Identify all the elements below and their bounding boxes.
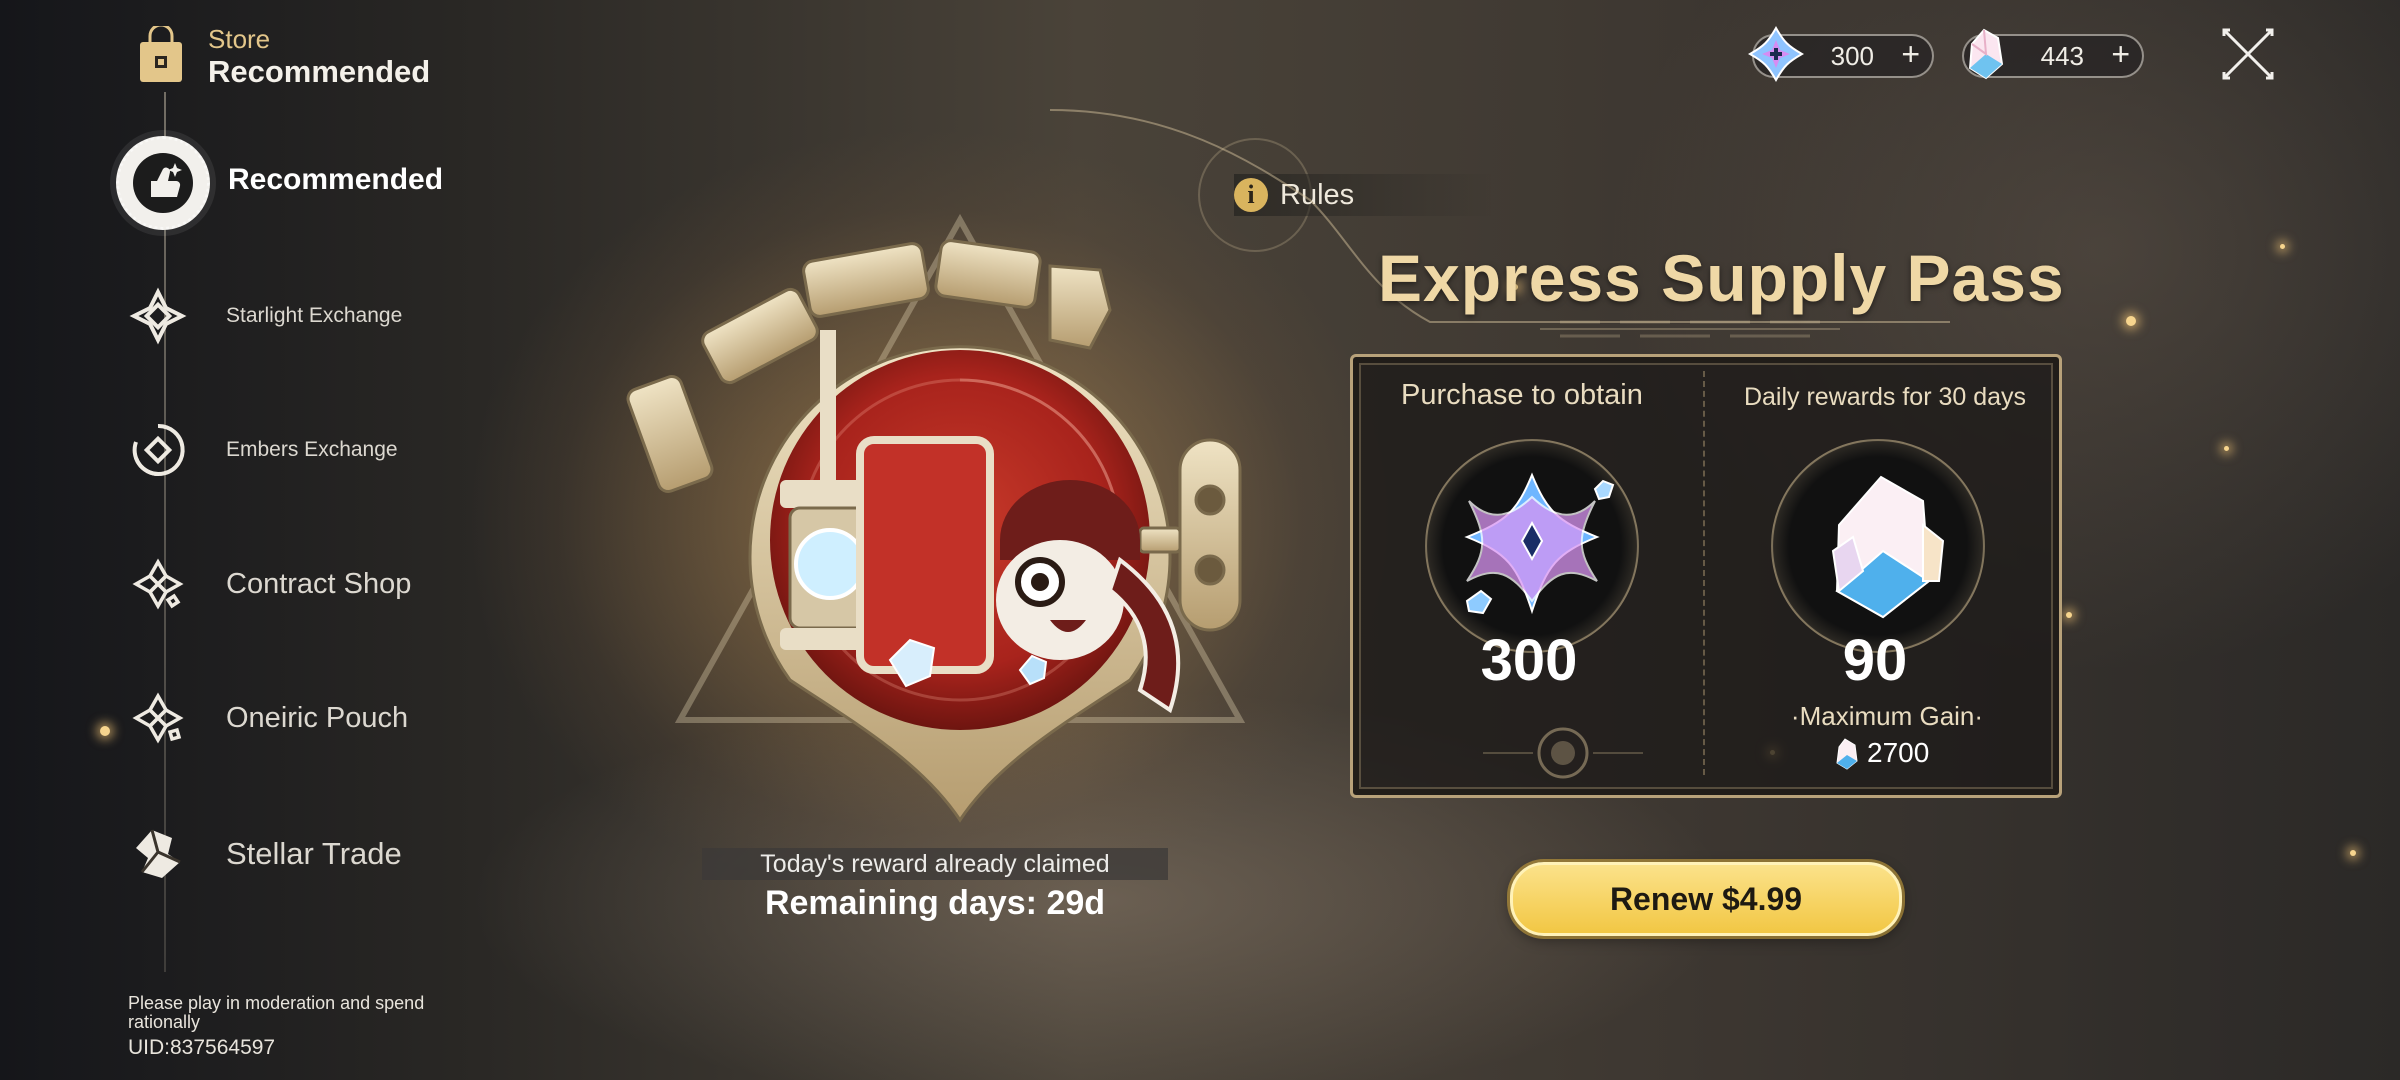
max-gain-value: 2700	[1867, 737, 1930, 768]
panel-ornament	[1483, 727, 1643, 779]
stellar-jade-icon	[1464, 472, 1615, 615]
sidebar-item-recommended[interactable]: Recommended	[112, 130, 452, 230]
currency-stellar-jade: 300 +	[1747, 25, 1934, 83]
purchase-reward-amount: 300	[1480, 628, 1578, 693]
currency-value: 300	[1830, 41, 1874, 71]
sidebar-item-oneiric-pouch[interactable]: Oneiric Pouch	[112, 668, 452, 768]
sparkle	[2280, 244, 2285, 249]
starlight-icon	[120, 278, 196, 354]
max-gain-label: ·Maximum Gain·	[1790, 701, 1984, 731]
stellar-jade-icon	[1747, 25, 1805, 83]
sidebar-item-starlight-exchange[interactable]: Starlight Exchange	[112, 266, 452, 366]
close-icon[interactable]	[2220, 26, 2276, 82]
currency-oneiric-shard: 443 +	[1962, 28, 2144, 80]
remaining-days: Remaining days: 29d	[764, 884, 1106, 922]
moderation-notice: Please play in moderation and spend rati…	[128, 993, 425, 1032]
purchase-reward-orb	[1425, 439, 1639, 653]
contract-icon	[120, 546, 196, 622]
sparkle	[2066, 612, 2072, 618]
oneiric-shard-icon	[1968, 28, 2004, 80]
oneiric-icon	[120, 680, 196, 756]
sparkle	[2224, 446, 2229, 451]
sparkle	[100, 726, 110, 736]
store-label: Store	[208, 24, 271, 54]
sidebar-item-stellar-trade[interactable]: Stellar Trade	[112, 804, 452, 904]
sidebar-item-label: Contract Shop	[226, 567, 412, 600]
stellar-icon	[120, 816, 196, 892]
sidebar-item-embers-exchange[interactable]: Embers Exchange	[112, 400, 452, 500]
sparkle	[2350, 850, 2356, 856]
sidebar-item-label: Recommended	[228, 163, 444, 196]
store-section-title: Recommended	[208, 54, 431, 89]
daily-reward-orb	[1771, 439, 1985, 653]
sidebar-item-label: Stellar Trade	[226, 836, 402, 871]
user-id: UID:837564597	[128, 1036, 276, 1059]
sparkle	[2126, 316, 2136, 326]
add-currency-button[interactable]: +	[2111, 36, 2130, 73]
embers-icon	[120, 412, 196, 488]
sidebar-item-contract-shop[interactable]: Contract Shop	[112, 534, 452, 634]
rewards-panel: Purchase to obtain 300 Daily rewards for…	[1350, 354, 2062, 798]
purchase-reward-title: Purchase to obtain	[1401, 379, 1643, 411]
sidebar-item-label: Embers Exchange	[226, 438, 398, 461]
add-currency-button[interactable]: +	[1901, 36, 1920, 73]
page-title: Express Supply Pass	[1378, 241, 2065, 315]
oneiric-shard-icon	[1836, 738, 1858, 770]
panel-divider	[1703, 371, 1705, 775]
recommended-icon	[116, 136, 210, 230]
title-ornament	[1540, 320, 1840, 338]
daily-reward-amount: 90	[1842, 628, 1908, 693]
currency-value: 443	[2040, 41, 2084, 71]
oneiric-shard-icon	[1831, 475, 1945, 619]
sidebar-item-label: Starlight Exchange	[226, 304, 403, 327]
sidebar-item-label: Oneiric Pouch	[226, 701, 409, 734]
renew-button[interactable]: Renew $4.99	[1510, 862, 1902, 936]
shopping-bag-icon	[140, 26, 182, 82]
daily-reward-title: Daily rewards for 30 days	[1743, 383, 2027, 411]
reward-claimed-status: Today's reward already claimed	[702, 848, 1168, 880]
